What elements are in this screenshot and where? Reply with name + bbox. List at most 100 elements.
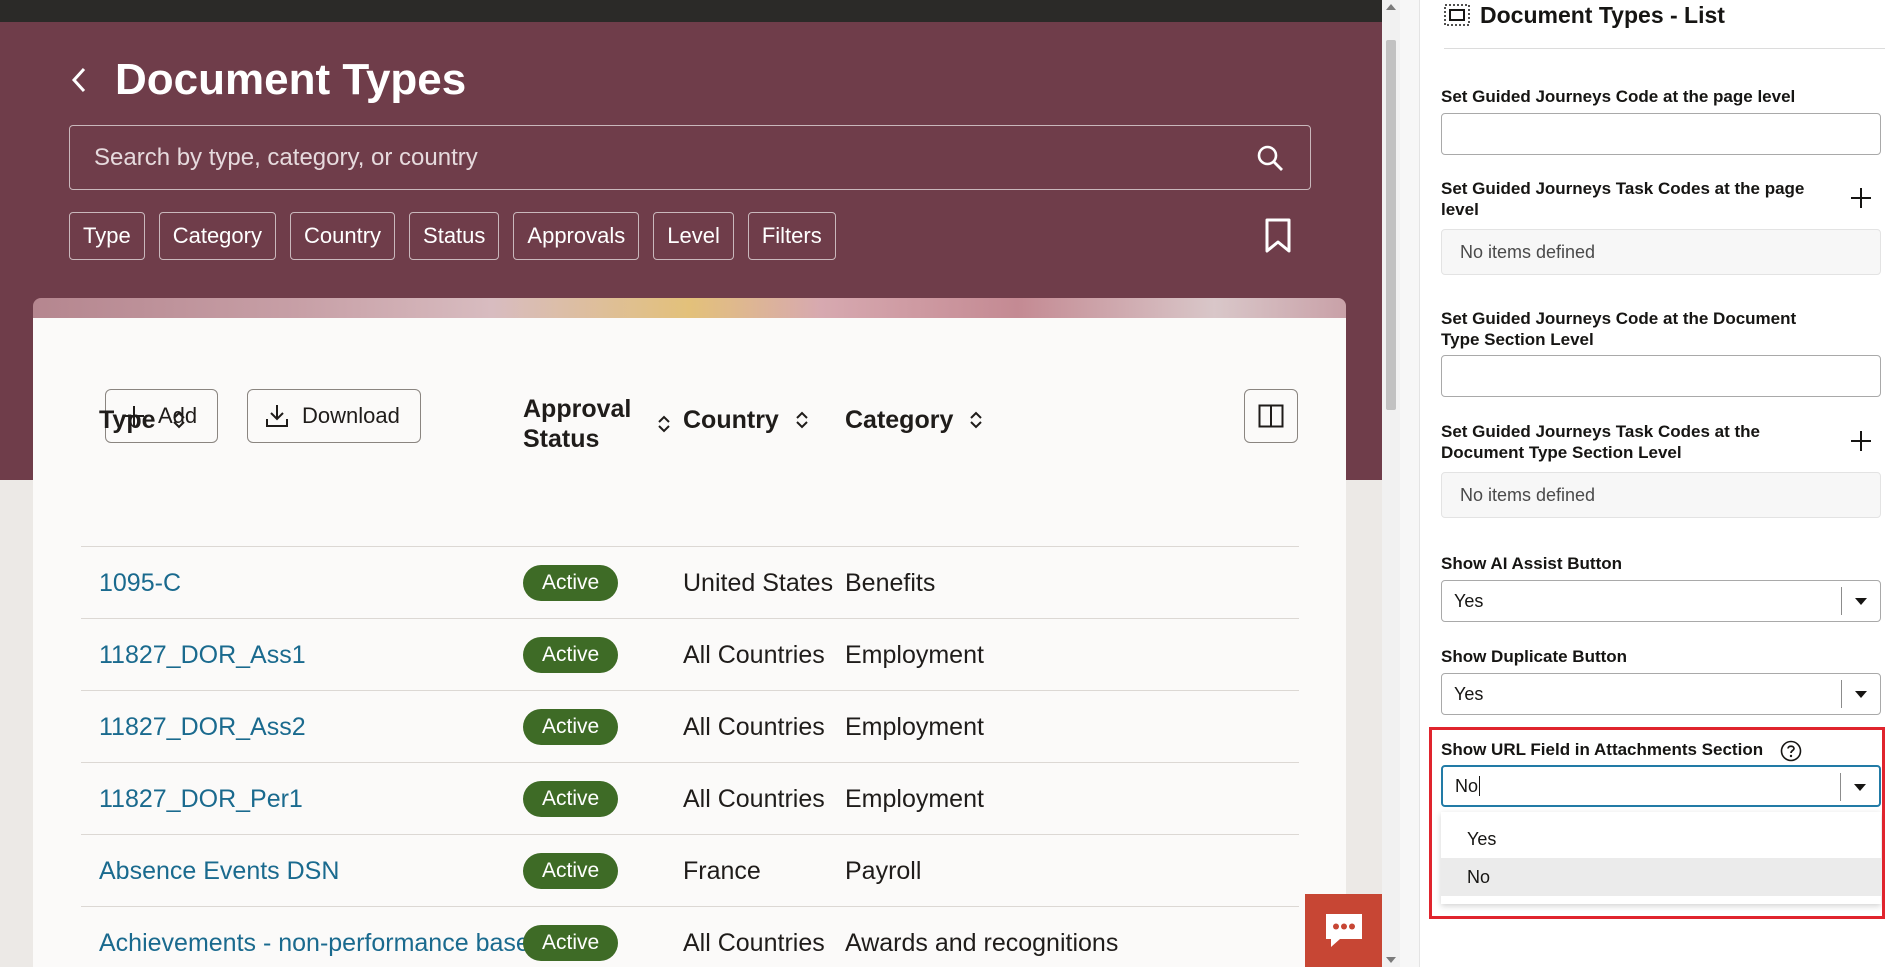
column-header-category[interactable]: Category (845, 405, 983, 435)
page-title: Document Types (115, 55, 467, 104)
chat-button[interactable] (1305, 894, 1382, 967)
category-cell: Employment (845, 784, 984, 813)
type-link[interactable]: 1095-C (99, 569, 181, 598)
panel-title: Document Types - List (1480, 1, 1725, 28)
table-row: 11827_DOR_Ass1 Active All Countries Empl… (81, 618, 1299, 690)
filter-chip-category[interactable]: Category (158, 212, 276, 260)
filter-chip-country[interactable]: Country (289, 212, 396, 260)
divider (1444, 48, 1885, 49)
add-task-code-icon[interactable] (1850, 430, 1872, 452)
category-cell: Awards and recognitions (845, 928, 1119, 957)
sort-icon (172, 411, 185, 429)
column-header-approval-status[interactable]: Approval Status (523, 394, 671, 454)
vertical-scrollbar[interactable] (1382, 0, 1400, 967)
back-button[interactable] (64, 62, 94, 98)
scroll-up-arrow[interactable] (1386, 4, 1396, 10)
sort-icon (796, 411, 808, 429)
gj-section-code-label: Set Guided Journeys Code at the Document… (1441, 309, 1797, 349)
chat-icon (1325, 913, 1362, 947)
status-badge: Active (523, 925, 619, 961)
type-link[interactable]: 11827_DOR_Per1 (99, 785, 303, 814)
column-header-label: Category (845, 406, 954, 434)
columns-icon (1258, 404, 1284, 428)
url-field-dropdown: Yes No (1441, 812, 1881, 904)
type-link[interactable]: 11827_DOR_Ass1 (99, 641, 306, 670)
caret-down-icon (1855, 598, 1867, 605)
country-cell: All Countries (683, 712, 825, 741)
panel-header: Document Types - List (1444, 0, 1725, 30)
bookmark-icon[interactable] (1264, 218, 1292, 254)
gj-section-code-input[interactable] (1441, 355, 1881, 397)
table-row: 11827_DOR_Per1 Active All Countries Empl… (81, 762, 1299, 834)
text-cursor (1479, 776, 1481, 796)
status-badge: Active (523, 637, 619, 673)
url-field-label: Show URL Field in Attachments Section (1441, 740, 1764, 759)
url-field-value[interactable]: No (1455, 776, 1478, 797)
gj-section-tasks-label: Set Guided Journeys Task Codes at the Do… (1441, 422, 1760, 462)
scroll-thumb[interactable] (1386, 40, 1396, 410)
search-icon[interactable] (1256, 144, 1284, 172)
filter-chip-status[interactable]: Status (409, 212, 500, 260)
search-input[interactable] (94, 126, 1234, 189)
column-header-label: Approval Status (523, 395, 632, 453)
column-layout-button[interactable] (1244, 389, 1298, 443)
select-divider (1841, 587, 1842, 615)
column-header-label: Type (99, 406, 156, 434)
status-badge: Active (523, 565, 619, 601)
option-yes[interactable]: Yes (1441, 820, 1881, 858)
country-cell: France (683, 856, 761, 885)
category-cell: Employment (845, 712, 984, 741)
gj-page-tasks-empty: No items defined (1441, 229, 1881, 275)
download-button[interactable]: Download (247, 389, 421, 443)
ai-assist-value: Yes (1454, 590, 1484, 611)
column-header-country[interactable]: Country (683, 405, 809, 435)
type-link[interactable]: 11827_DOR_Ass2 (99, 713, 306, 742)
status-badge: Active (523, 853, 619, 889)
download-icon (266, 405, 288, 427)
filter-chips: Type Category Country Status Approvals L… (69, 212, 836, 260)
column-header-type[interactable]: Type (99, 405, 186, 435)
ai-assist-select[interactable]: Yes (1441, 580, 1881, 622)
component-frame-icon (1444, 4, 1470, 26)
option-no[interactable]: No (1441, 858, 1881, 896)
country-cell: All Countries (683, 928, 825, 957)
url-field-label-row: Show URL Field in Attachments Section (1441, 739, 1802, 762)
type-link[interactable]: Absence Events DSN (99, 857, 339, 886)
category-cell: Benefits (845, 568, 936, 597)
search-box (69, 125, 1311, 190)
gj-section-tasks-empty: No items defined (1441, 472, 1881, 518)
panel-gutter (1400, 0, 1420, 967)
caret-down-icon[interactable] (1854, 784, 1866, 791)
filter-chip-type[interactable]: Type (69, 212, 145, 260)
gj-page-code-input[interactable] (1441, 113, 1881, 155)
add-task-code-icon[interactable] (1850, 187, 1872, 209)
sort-icon (658, 415, 670, 433)
chevron-left-icon (71, 67, 86, 93)
country-cell: United States (683, 568, 834, 597)
category-cell: Payroll (845, 856, 922, 885)
filter-chip-level[interactable]: Level (653, 212, 734, 260)
gj-page-code-label: Set Guided Journeys Code at the page lev… (1441, 87, 1796, 106)
duplicate-label: Show Duplicate Button (1441, 647, 1628, 666)
table-row: 11827_DOR_Ass2 Active All Countries Empl… (81, 690, 1299, 762)
url-field-select[interactable]: No (1441, 765, 1881, 807)
country-cell: All Countries (683, 784, 825, 813)
results-card: Add Download Type Approval Status Countr… (33, 318, 1346, 967)
scroll-down-arrow[interactable] (1386, 957, 1396, 963)
country-cell: All Countries (683, 640, 825, 669)
caret-down-icon (1855, 691, 1867, 698)
filter-chip-filters[interactable]: Filters (747, 212, 836, 260)
duplicate-select[interactable]: Yes (1441, 673, 1881, 715)
category-cell: Employment (845, 640, 984, 669)
filter-chip-approvals[interactable]: Approvals (513, 212, 640, 260)
gj-page-tasks-label: Set Guided Journeys Task Codes at the pa… (1441, 179, 1805, 219)
decorative-banner (33, 298, 1346, 318)
type-link[interactable]: Achievements - non-performance based (99, 929, 544, 958)
duplicate-value: Yes (1454, 683, 1484, 704)
table-row: Achievements - non-performance based Act… (81, 906, 1299, 967)
top-bar (0, 0, 1382, 22)
help-icon[interactable] (1780, 740, 1802, 762)
select-divider (1840, 773, 1841, 801)
sort-icon (970, 411, 983, 429)
properties-panel: Document Types - List Set Guided Journey… (1420, 0, 1885, 967)
